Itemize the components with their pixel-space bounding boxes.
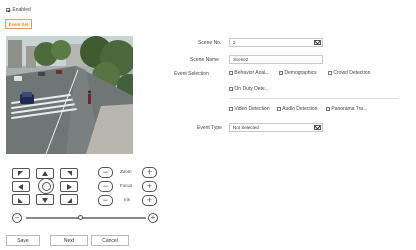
plus-icon: + — [150, 213, 156, 222]
scene-name-value: Scene2 — [233, 57, 249, 62]
video-preview[interactable] — [6, 36, 133, 154]
focus-minus-button[interactable]: − — [98, 181, 113, 192]
ptz-up-right-button[interactable] — [60, 168, 78, 179]
speed-decrease-button[interactable]: − — [12, 213, 22, 223]
event-option[interactable]: Audio Detection — [277, 106, 317, 112]
speed-slider-handle[interactable] — [77, 215, 83, 220]
arrow-left-icon — [18, 183, 23, 190]
event-checkbox[interactable] — [279, 70, 283, 75]
save-button-label: Save — [17, 237, 29, 244]
next-button-label: Next — [63, 237, 75, 244]
save-button[interactable]: Save — [6, 235, 40, 246]
scene-no-value: 2 — [233, 40, 236, 45]
cancel-button[interactable]: Cancel — [91, 235, 129, 246]
iris-minus-button[interactable]: − — [98, 195, 113, 206]
scene-name-input[interactable]: Scene2 — [229, 55, 323, 64]
scene-no-label: Scene No. — [198, 40, 222, 46]
arrow-down-icon — [42, 197, 48, 203]
speed-slider-track[interactable] — [26, 217, 146, 219]
plus-icon: + — [146, 195, 153, 205]
event-type-value: Not Selected — [233, 125, 259, 130]
scene-name-label: Scene Name — [190, 57, 219, 63]
event-option-label: Audio Detection — [282, 106, 318, 112]
arrow-up-left-icon — [18, 170, 23, 176]
ptz-center-button[interactable] — [38, 178, 54, 194]
event-set-tab-label: Event Set — [8, 21, 29, 27]
enabled-label: Enabled — [12, 7, 31, 13]
ptz-right-button[interactable] — [60, 181, 78, 192]
enabled-toggle[interactable]: Enabled — [6, 7, 31, 13]
ptz-left-button[interactable] — [12, 181, 30, 192]
event-checkbox[interactable] — [229, 86, 233, 91]
event-option[interactable]: Crowd Detection — [328, 70, 370, 76]
ptz-center-icon — [41, 181, 51, 191]
event-set-tab[interactable]: Event Set — [5, 19, 32, 29]
iris-plus-button[interactable]: + — [142, 195, 157, 206]
minus-icon: − — [14, 213, 20, 222]
zoom-plus-button[interactable]: + — [142, 167, 157, 178]
plus-icon: + — [146, 181, 153, 191]
section-divider — [229, 98, 399, 99]
focus-plus-button[interactable]: + — [142, 181, 157, 192]
event-option-label: Crowd Detection — [333, 70, 371, 76]
event-checkbox[interactable] — [326, 106, 330, 111]
plus-icon: + — [146, 167, 153, 177]
minus-icon: − — [102, 181, 109, 191]
ptz-down-right-button[interactable] — [60, 194, 78, 205]
minus-icon: − — [102, 167, 109, 177]
chevron-down-icon — [314, 125, 321, 130]
event-type-label: Event Type — [197, 125, 222, 131]
arrow-up-right-icon — [67, 170, 72, 176]
scene-no-select[interactable]: 2 — [229, 38, 323, 47]
event-option[interactable]: Video Detection — [229, 106, 270, 112]
minus-icon: − — [102, 195, 109, 205]
iris-label: Iris — [124, 197, 130, 202]
event-option-label: Demographics — [284, 70, 317, 76]
chevron-down-icon — [314, 40, 321, 45]
event-option[interactable]: Behavior Anal... — [229, 70, 269, 76]
event-type-select[interactable]: Not Selected — [229, 123, 323, 132]
event-checkbox[interactable] — [328, 70, 332, 75]
event-option[interactable]: On Duty Dete... — [229, 86, 269, 92]
event-checkbox[interactable] — [277, 106, 281, 111]
ptz-up-left-button[interactable] — [12, 168, 30, 179]
enabled-checkbox[interactable] — [6, 7, 10, 12]
event-option[interactable]: Demographics — [279, 70, 317, 76]
arrow-right-icon — [67, 183, 72, 190]
next-button[interactable]: Next — [50, 235, 88, 246]
arrow-up-icon — [42, 170, 48, 176]
ptz-down-button[interactable] — [36, 194, 54, 205]
event-option[interactable]: Panorama Tra... — [326, 106, 367, 112]
event-checkbox[interactable] — [229, 106, 233, 111]
event-option-label: Video Detection — [234, 106, 270, 112]
event-checkbox[interactable] — [229, 70, 233, 75]
ptz-down-left-button[interactable] — [12, 194, 30, 205]
event-option-label: Behavior Anal... — [234, 70, 270, 76]
event-option-label: Panorama Tra... — [331, 106, 368, 112]
street-scene-image — [6, 36, 133, 154]
event-option-label: On Duty Dete... — [234, 86, 269, 92]
speed-increase-button[interactable]: + — [148, 213, 158, 223]
arrow-down-left-icon — [18, 197, 23, 203]
zoom-minus-button[interactable]: − — [98, 167, 113, 178]
event-selection-label: Event Selection — [174, 71, 209, 77]
zoom-label: Zoom — [120, 169, 132, 174]
focus-label: Focus — [120, 183, 133, 188]
arrow-down-right-icon — [67, 197, 72, 203]
cancel-button-label: Cancel — [102, 237, 118, 244]
